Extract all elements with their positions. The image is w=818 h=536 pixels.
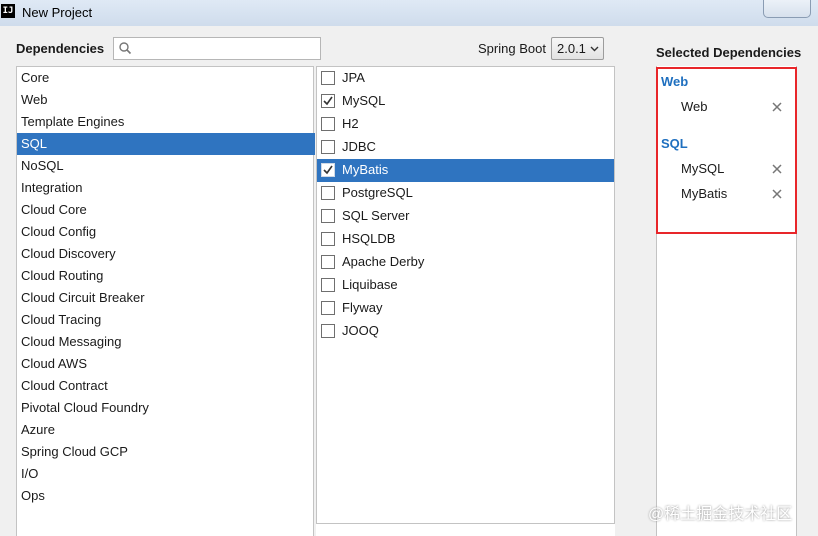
remove-mybatis-icon[interactable]: [771, 188, 783, 200]
title-bar: IJ New Project: [0, 0, 818, 26]
category-item[interactable]: Ops: [17, 485, 315, 507]
dependency-checkbox[interactable]: [321, 232, 335, 246]
dependency-label: HSQLDB: [342, 231, 396, 246]
dependency-item[interactable]: SQL Server: [317, 205, 614, 228]
checkmark-icon: [323, 96, 333, 106]
dependency-checkbox[interactable]: [321, 117, 335, 131]
category-item[interactable]: Cloud Contract: [17, 375, 315, 397]
spring-boot-version-value: 2.0.1: [557, 41, 586, 56]
category-item[interactable]: Integration: [17, 177, 315, 199]
category-item[interactable]: Azure: [17, 419, 315, 441]
dependency-checkbox[interactable]: [321, 163, 335, 177]
search-icon: [119, 42, 132, 55]
dependency-label: JDBC: [342, 139, 376, 154]
dependency-item[interactable]: MyBatis: [317, 159, 614, 182]
dependency-label: H2: [342, 116, 359, 131]
selected-item-mybatis: MyBatis: [681, 186, 728, 201]
category-item[interactable]: Cloud Messaging: [17, 331, 315, 353]
category-item[interactable]: Pivotal Cloud Foundry: [17, 397, 315, 419]
dependency-checkbox[interactable]: [321, 278, 335, 292]
category-item[interactable]: SQL: [17, 133, 315, 155]
dependency-checkbox[interactable]: [321, 255, 335, 269]
dependency-item[interactable]: H2: [317, 113, 614, 136]
dependency-label: SQL Server: [342, 208, 410, 223]
chevron-down-icon: [590, 46, 599, 52]
dependency-label: Liquibase: [342, 277, 398, 292]
dependency-label: MyBatis: [342, 162, 389, 177]
selected-dependencies-title: Selected Dependencies: [656, 45, 802, 60]
dependency-label: PostgreSQL: [342, 185, 413, 200]
category-list[interactable]: Core Web Template Engines SQL NoSQL Integrati…: [16, 66, 315, 536]
category-item[interactable]: I/O: [17, 463, 315, 485]
dependency-label: JOOQ: [342, 323, 379, 338]
dependency-search-box[interactable]: [113, 37, 321, 60]
category-item[interactable]: Cloud Core: [17, 199, 315, 221]
dependency-item[interactable]: Liquibase: [317, 274, 614, 297]
dependency-item[interactable]: MySQL: [317, 90, 614, 113]
dependency-checkbox[interactable]: [321, 324, 335, 338]
intellij-app-icon: IJ: [1, 4, 15, 18]
dependency-item[interactable]: PostgreSQL: [317, 182, 614, 205]
dependency-list[interactable]: JPA MySQL H2 JDBC MyBatis PostgreSQL SQL Serve…: [316, 66, 615, 536]
dependency-checkbox[interactable]: [321, 186, 335, 200]
search-input[interactable]: [136, 38, 316, 59]
category-item[interactable]: Cloud Circuit Breaker: [17, 287, 315, 309]
dependency-list-footer: [316, 523, 615, 536]
category-item[interactable]: Cloud Tracing: [17, 309, 315, 331]
spring-boot-label: Spring Boot: [478, 41, 546, 56]
dependency-item[interactable]: JOOQ: [317, 320, 614, 343]
window-close-button[interactable]: [763, 0, 811, 18]
dependency-label: MySQL: [342, 93, 386, 108]
selected-group-sql: SQL: [661, 136, 688, 151]
spring-boot-version-select[interactable]: 2.0.1: [551, 37, 604, 60]
dependency-checkbox[interactable]: [321, 140, 335, 154]
window-title: New Project: [22, 5, 93, 20]
dialog-content: Dependencies Spring Boot 2.0.1 Core Web Te…: [0, 26, 818, 536]
checkmark-icon: [323, 165, 333, 175]
dependency-item[interactable]: JDBC: [317, 136, 614, 159]
dependency-checkbox[interactable]: [321, 94, 335, 108]
category-item[interactable]: Template Engines: [17, 111, 315, 133]
category-item[interactable]: Web: [17, 89, 315, 111]
category-item[interactable]: Cloud AWS: [17, 353, 315, 375]
remove-web-icon[interactable]: [771, 101, 783, 113]
category-item[interactable]: Cloud Config: [17, 221, 315, 243]
selected-item-mysql: MySQL: [681, 161, 725, 176]
selected-item-web: Web: [681, 99, 708, 114]
category-item[interactable]: Cloud Routing: [17, 265, 315, 287]
dependency-label: JPA: [342, 70, 365, 85]
dependency-item[interactable]: HSQLDB: [317, 228, 614, 251]
category-item[interactable]: NoSQL: [17, 155, 315, 177]
category-item[interactable]: Cloud Discovery: [17, 243, 315, 265]
dependency-checkbox[interactable]: [321, 71, 335, 85]
selected-group-web: Web: [661, 74, 689, 89]
category-item[interactable]: Core: [17, 67, 315, 89]
dependency-item[interactable]: Flyway: [317, 297, 614, 320]
dependency-label: Apache Derby: [342, 254, 425, 269]
dependency-label: Flyway: [342, 300, 383, 315]
dependencies-label: Dependencies: [16, 41, 105, 56]
dependency-item[interactable]: JPA: [317, 67, 614, 90]
category-item[interactable]: Spring Cloud GCP: [17, 441, 315, 463]
dependency-item[interactable]: Apache Derby: [317, 251, 614, 274]
remove-mysql-icon[interactable]: [771, 163, 783, 175]
dependency-checkbox[interactable]: [321, 209, 335, 223]
watermark: @稀土掘金技术社区: [648, 506, 793, 523]
dependency-checkbox[interactable]: [321, 301, 335, 315]
